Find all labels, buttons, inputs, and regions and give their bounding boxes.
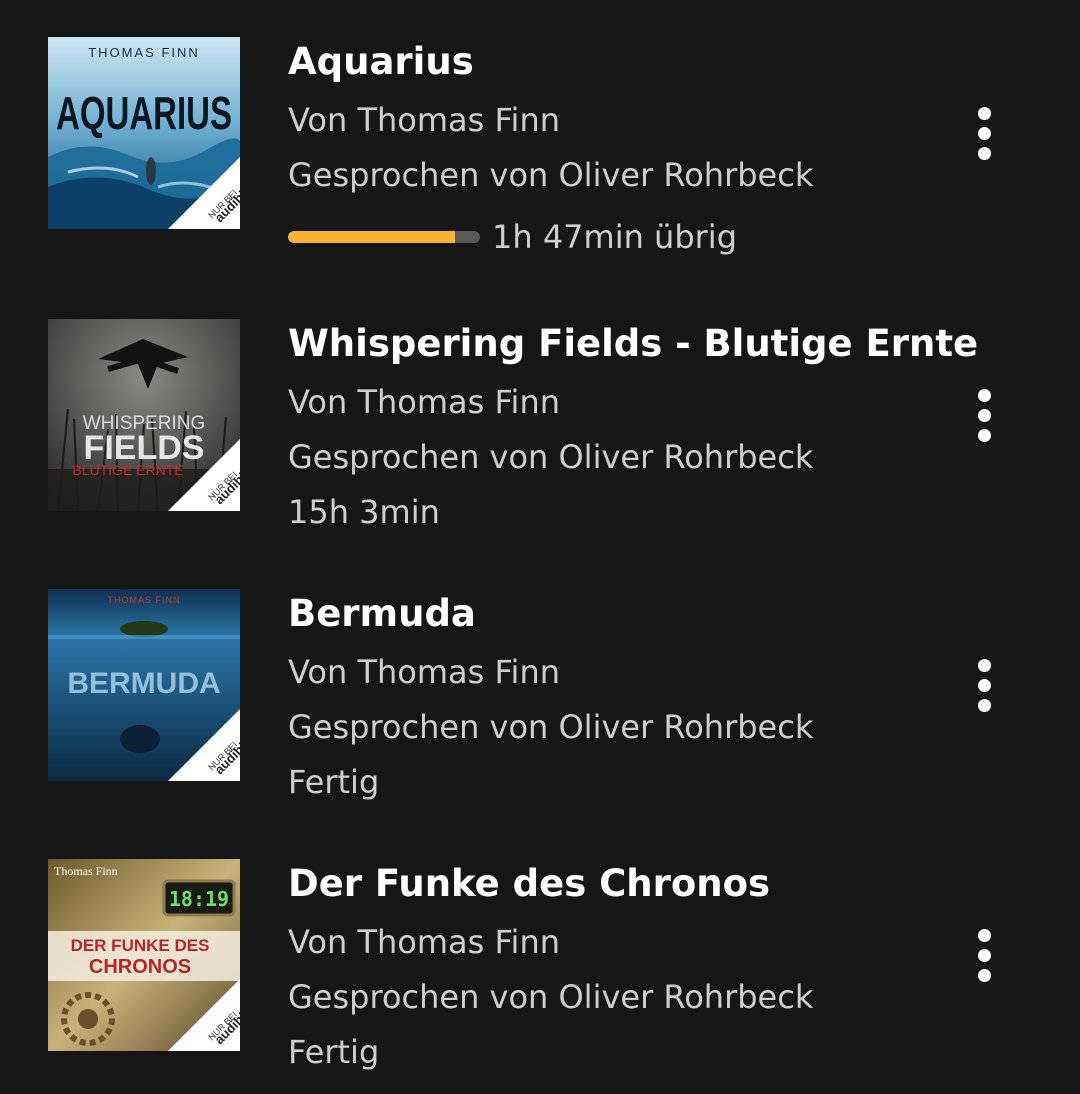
more-vertical-icon-dot: [978, 699, 991, 712]
cover-image-whispering-fields[interactable]: WHISPERING FIELDS BLUTIGE ERNTE NUR BEI …: [48, 319, 240, 511]
whispering-fields-cover-art: WHISPERING FIELDS BLUTIGE ERNTE NUR BEI …: [48, 319, 240, 511]
svg-text:DER FUNKE DES: DER FUNKE DES: [71, 936, 210, 955]
cover-image-bermuda[interactable]: THOMAS FINN BERMUDA NUR BEI audible: [48, 589, 240, 781]
more-vertical-icon-dot: [978, 147, 991, 160]
more-vertical-icon-dot: [978, 679, 991, 692]
more-vertical-icon-dot: [978, 949, 991, 962]
book-status: Fertig: [288, 763, 380, 801]
more-options-button[interactable]: [964, 96, 1004, 168]
book-author: Von Thomas Finn: [288, 653, 560, 691]
svg-text:THOMAS FINN: THOMAS FINN: [108, 595, 181, 605]
more-vertical-icon: [978, 107, 991, 120]
book-narrator: Gesprochen von Oliver Rohrbeck: [288, 156, 814, 194]
book-duration: 15h 3min: [288, 493, 440, 531]
svg-text:CHRONOS: CHRONOS: [89, 956, 191, 978]
more-vertical-icon: [978, 659, 991, 672]
listening-progress-fill: [288, 231, 456, 243]
svg-text:18:19: 18:19: [169, 887, 229, 911]
book-title[interactable]: Aquarius: [288, 40, 474, 84]
svg-text:BLUTIGE ERNTE: BLUTIGE ERNTE: [72, 462, 183, 478]
more-options-button[interactable]: [964, 648, 1004, 720]
der-funke-des-chronos-cover-art: 18:19 Thomas Finn DER FUNKE DES CHRONOS …: [48, 859, 240, 1051]
bermuda-cover-art: THOMAS FINN BERMUDA NUR BEI audible: [48, 589, 240, 781]
svg-text:Thomas Finn: Thomas Finn: [54, 864, 118, 878]
book-title[interactable]: Whispering Fields - Blutige Ernte: [288, 322, 978, 366]
svg-text:THOMAS FINN: THOMAS FINN: [88, 45, 200, 60]
aquarius-cover-art: THOMAS FINN AQUARIUS NUR BEI audible: [48, 37, 240, 229]
cover-image-aquarius[interactable]: THOMAS FINN AQUARIUS NUR BEI audible: [48, 37, 240, 229]
more-vertical-icon: [978, 389, 991, 402]
book-author: Von Thomas Finn: [288, 383, 560, 421]
book-author: Von Thomas Finn: [288, 101, 560, 139]
svg-text:AQUARIUS: AQUARIUS: [56, 87, 232, 139]
more-options-button[interactable]: [964, 378, 1004, 450]
more-options-button[interactable]: [964, 918, 1004, 990]
book-narrator: Gesprochen von Oliver Rohrbeck: [288, 708, 814, 746]
cover-image-der-funke-des-chronos[interactable]: 18:19 Thomas Finn DER FUNKE DES CHRONOS …: [48, 859, 240, 1051]
book-title[interactable]: Bermuda: [288, 592, 476, 636]
more-vertical-icon-dot: [978, 409, 991, 422]
time-remaining: 1h 47min übrig: [492, 218, 737, 256]
more-vertical-icon-dot: [978, 127, 991, 140]
more-vertical-icon: [978, 929, 991, 942]
book-author: Von Thomas Finn: [288, 923, 560, 961]
book-narrator: Gesprochen von Oliver Rohrbeck: [288, 978, 814, 1016]
more-vertical-icon-dot: [978, 969, 991, 982]
book-title[interactable]: Der Funke des Chronos: [288, 862, 770, 906]
book-narrator: Gesprochen von Oliver Rohrbeck: [288, 438, 814, 476]
more-vertical-icon-dot: [978, 429, 991, 442]
listening-progress-bar: [288, 231, 480, 243]
book-status: Fertig: [288, 1033, 380, 1071]
svg-text:BERMUDA: BERMUDA: [67, 667, 220, 700]
